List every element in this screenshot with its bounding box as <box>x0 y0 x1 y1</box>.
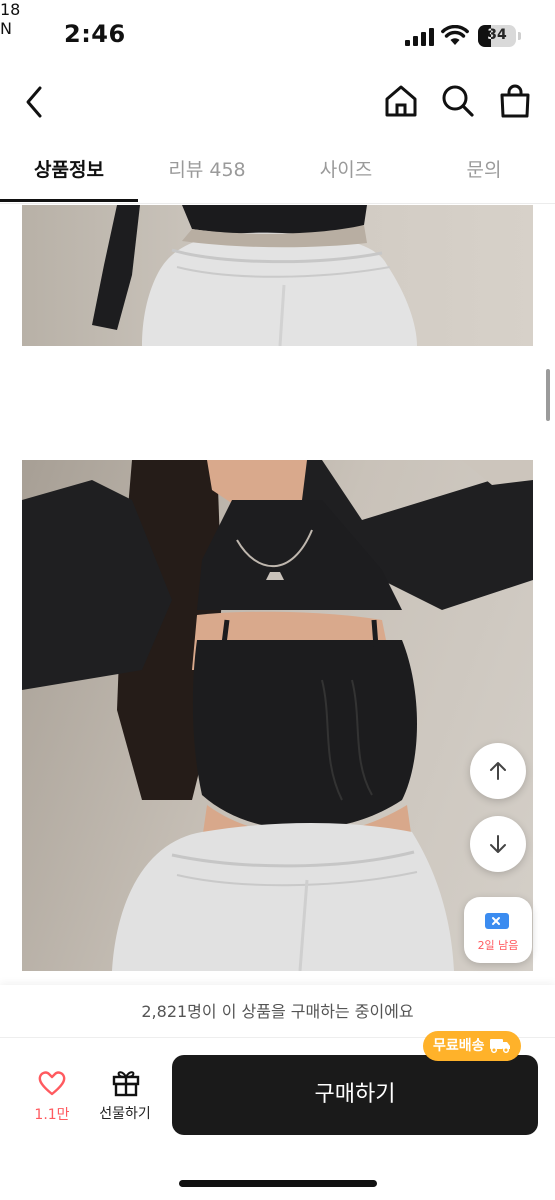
purchase-bar: 2,821명이 이 상품을 구매하는 중이에요 1.1만 선물하기 구매하기 무… <box>0 985 555 1200</box>
home-icon[interactable] <box>382 82 420 120</box>
battery-percent: 34 <box>487 27 507 43</box>
gift-icon <box>112 1071 140 1097</box>
product-photo <box>22 205 533 346</box>
signal-icon <box>405 28 434 46</box>
tab-size[interactable]: 사이즈 <box>277 140 415 202</box>
buy-button[interactable]: 구매하기 <box>172 1055 538 1135</box>
truck-icon <box>489 1038 510 1053</box>
home-indicator <box>179 1180 377 1187</box>
free-shipping-label: 무료배송 <box>433 1038 485 1054</box>
free-shipping-badge: 무료배송 <box>423 1031 521 1061</box>
battery-icon: 34 <box>478 25 516 47</box>
status-bar: 2:46 34 <box>0 0 555 72</box>
like-button[interactable]: 1.1만 <box>30 1070 74 1126</box>
product-tabs: 상품정보 리뷰 458 사이즈 문의 <box>0 140 555 204</box>
arrow-up-icon <box>490 762 506 780</box>
coupon-icon <box>485 913 509 929</box>
scrollbar[interactable] <box>546 369 550 421</box>
tab-inquiry[interactable]: 문의 <box>415 140 553 202</box>
search-icon[interactable] <box>440 82 476 120</box>
back-icon[interactable] <box>18 82 52 122</box>
cart-icon[interactable] <box>497 82 533 120</box>
like-count: 1.1만 <box>34 1107 70 1123</box>
tab-product-info[interactable]: 상품정보 <box>0 140 138 202</box>
product-photo-illustration <box>22 460 533 971</box>
product-photo <box>22 460 533 971</box>
scroll-top-button[interactable] <box>470 743 526 799</box>
status-time: 2:46 <box>64 20 126 48</box>
gift-button[interactable]: 선물하기 <box>90 1067 160 1127</box>
wifi-icon <box>441 25 469 45</box>
top-nav-bar <box>0 72 555 132</box>
product-photo-illustration <box>92 205 417 346</box>
heart-icon <box>38 1071 66 1096</box>
coupon-label: 2일 남음 <box>477 939 519 952</box>
gift-label: 선물하기 <box>99 1106 151 1122</box>
battery-tip <box>518 32 521 40</box>
coupon-button[interactable]: 2일 남음 <box>464 897 532 963</box>
arrow-down-icon <box>490 835 506 853</box>
scroll-bottom-button[interactable] <box>470 816 526 872</box>
tab-reviews[interactable]: 리뷰 458 <box>138 140 276 202</box>
